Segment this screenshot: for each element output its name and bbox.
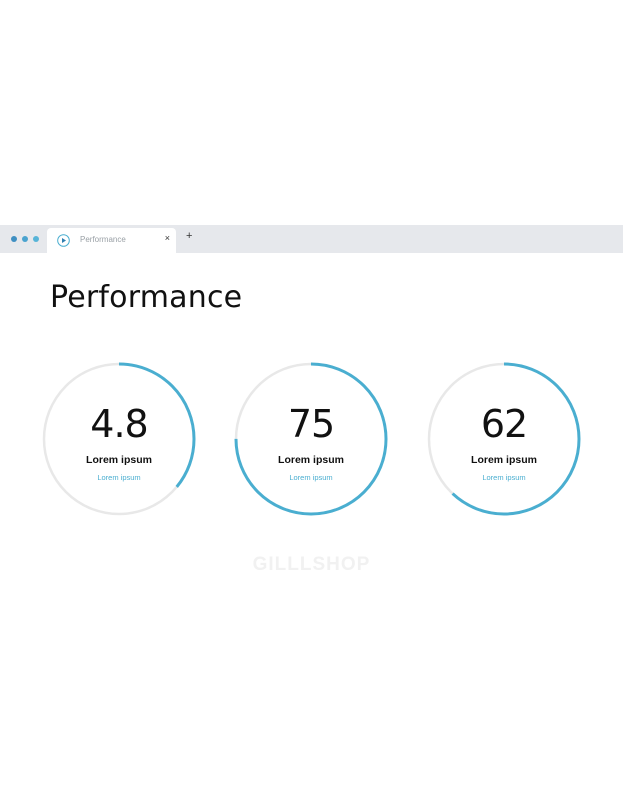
browser-tab[interactable]: Performance ×: [47, 228, 176, 253]
new-tab-icon[interactable]: +: [186, 231, 192, 242]
metric-value: 4.8: [90, 402, 148, 446]
play-icon: [57, 234, 70, 247]
metric-value: 75: [287, 402, 335, 446]
metric-value: 62: [480, 402, 528, 446]
metric-card: 75 Lorem ipsum Lorem ipsum: [234, 362, 388, 516]
metric-sublabel: Lorem ipsum: [482, 473, 526, 482]
metric-label: Lorem ipsum: [86, 454, 152, 466]
watermark-text: GILLLSHOP: [252, 554, 371, 575]
window-dot-close[interactable]: [11, 236, 17, 242]
metric-sublabel: Lorem ipsum: [97, 473, 141, 482]
metric-label: Lorem ipsum: [278, 454, 344, 466]
window-dot-maximize[interactable]: [33, 236, 39, 242]
window-controls: [11, 236, 39, 242]
browser-toolbar: Performance × +: [0, 225, 623, 253]
tab-title: Performance: [80, 235, 126, 244]
close-icon[interactable]: ×: [165, 234, 170, 243]
metric-card: 4.8 Lorem ipsum Lorem ipsum: [42, 362, 196, 516]
page-title: Performance: [50, 280, 243, 315]
metric-sublabel: Lorem ipsum: [289, 473, 333, 482]
metric-card: 62 Lorem ipsum Lorem ipsum: [427, 362, 581, 516]
window-dot-minimize[interactable]: [22, 236, 28, 242]
metric-label: Lorem ipsum: [471, 454, 537, 466]
